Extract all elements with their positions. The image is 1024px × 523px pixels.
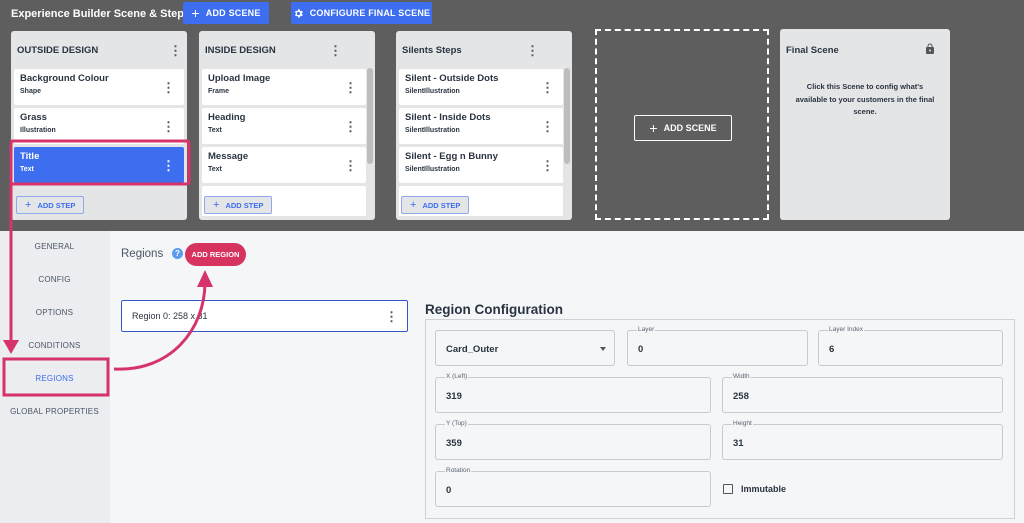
step-item[interactable]: Grass Illustration ⋮ (14, 108, 184, 144)
step-item[interactable]: Silent - Inside Dots SilentIllustration … (399, 108, 563, 144)
step-type: Text (208, 127, 222, 134)
region-list-item[interactable]: Region 0: 258 x 31 ⋮ (121, 300, 408, 332)
step-name: Title (20, 151, 40, 162)
nav-item-conditions[interactable]: CONDITIONS (0, 341, 109, 350)
add-scene-placeholder[interactable]: + ADD SCENE (595, 29, 769, 220)
more-vert-icon[interactable]: ⋮ (162, 120, 175, 133)
lock-icon (926, 43, 934, 54)
side-nav: GENERAL CONFIG OPTIONS CONDITIONS REGION… (0, 231, 109, 523)
step-list: Background Colour Shape ⋮ Grass Illustra… (14, 69, 184, 216)
scene-header: Silents Steps ⋮ (396, 31, 572, 69)
more-vert-icon[interactable]: ⋮ (169, 44, 182, 57)
plus-icon: + (213, 198, 220, 211)
x-left-field[interactable]: X (Left) 319 (435, 373, 711, 413)
add-scene-button[interactable]: + ADD SCENE (183, 2, 269, 24)
step-item[interactable]: Message Text ⋮ (202, 147, 366, 183)
step-type: Text (208, 166, 222, 173)
step-name: Background Colour (20, 73, 109, 84)
step-type: Frame (208, 88, 230, 95)
add-region-button[interactable]: ADD REGION (185, 243, 246, 266)
add-scene-placeholder-button[interactable]: + ADD SCENE (634, 115, 732, 141)
scene-card-silents-steps[interactable]: Silents Steps ⋮ Silent - Outside Dots Si… (396, 31, 572, 220)
plus-icon: + (191, 5, 200, 21)
more-vert-icon[interactable]: ⋮ (344, 159, 357, 172)
final-scene-description: Click this Scene to config what's availa… (795, 82, 935, 116)
step-name: Silent - Inside Dots (405, 112, 491, 123)
app-title: Experience Builder Scene & Steps (11, 8, 191, 20)
add-step-button[interactable]: + ADD STEP (16, 196, 85, 214)
y-top-field[interactable]: Y (Top) 359 (435, 420, 711, 460)
more-vert-icon[interactable]: ⋮ (385, 310, 398, 323)
plus-icon: + (410, 198, 417, 211)
more-vert-icon[interactable]: ⋮ (541, 120, 554, 133)
scene-header: OUTSIDE DESIGN ⋮ (11, 31, 187, 69)
step-name: Heading (208, 112, 246, 123)
help-icon[interactable]: ? (172, 248, 183, 259)
step-name: Message (208, 151, 249, 162)
nav-item-general[interactable]: GENERAL (0, 242, 109, 251)
region-label: Region 0: 258 x 31 (132, 311, 208, 321)
region-type-select[interactable]: Card_Outer (435, 330, 615, 366)
step-type: Shape (20, 88, 42, 95)
nav-item-options[interactable]: OPTIONS (0, 308, 109, 317)
more-vert-icon[interactable]: ⋮ (329, 44, 342, 57)
immutable-checkbox[interactable] (723, 484, 733, 494)
more-vert-icon[interactable]: ⋮ (541, 159, 554, 172)
step-type: SilentIllustration (405, 127, 460, 134)
step-list: Upload Image Frame ⋮ Heading Text ⋮ Mess… (202, 69, 372, 216)
plus-icon: + (25, 198, 32, 211)
layer-field[interactable]: Layer 0 (627, 326, 808, 366)
layer-index-field[interactable]: Layer Index 6 (818, 326, 1003, 366)
step-name: Silent - Egg n Bunny (405, 151, 498, 162)
scrollbar[interactable] (564, 68, 570, 164)
caret-down-icon (600, 347, 606, 351)
step-type: SilentIllustration (405, 88, 460, 95)
scene-card-outside-design[interactable]: OUTSIDE DESIGN ⋮ Background Colour Shape… (11, 31, 187, 220)
nav-item-regions[interactable]: REGIONS (0, 374, 109, 383)
scene-title: INSIDE DESIGN (205, 44, 276, 56)
more-vert-icon[interactable]: ⋮ (344, 81, 357, 94)
step-item[interactable]: Silent - Egg n Bunny SilentIllustration … (399, 147, 563, 183)
rotation-field[interactable]: Rotation 0 (435, 467, 711, 507)
height-field[interactable]: Height 31 (722, 420, 1003, 460)
nav-item-config[interactable]: CONFIG (0, 275, 109, 284)
step-type: SilentIllustration (405, 166, 460, 173)
add-step-button[interactable]: + ADD STEP (204, 196, 273, 214)
more-vert-icon[interactable]: ⋮ (541, 81, 554, 94)
step-item-selected[interactable]: Title Text ⋮ (14, 147, 184, 183)
step-name: Grass (20, 112, 47, 123)
scene-title: Silents Steps (402, 44, 462, 56)
scene-title: OUTSIDE DESIGN (17, 44, 99, 56)
regions-title: Regions (121, 248, 164, 260)
width-field[interactable]: Width 258 (722, 373, 1003, 413)
gear-icon (294, 8, 303, 18)
final-scene-card[interactable]: Final Scene Click this Scene to config w… (780, 29, 950, 220)
add-step-button[interactable]: + ADD STEP (401, 196, 470, 214)
more-vert-icon[interactable]: ⋮ (162, 81, 175, 94)
step-name: Upload Image (208, 73, 271, 84)
step-item[interactable]: Heading Text ⋮ (202, 108, 366, 144)
immutable-label: Immutable (741, 484, 787, 494)
region-config-title: Region Configuration (425, 302, 563, 317)
scene-card-inside-design[interactable]: INSIDE DESIGN ⋮ Upload Image Frame ⋮ Hea… (199, 31, 375, 220)
more-vert-icon[interactable]: ⋮ (526, 44, 539, 57)
step-item[interactable]: Upload Image Frame ⋮ (202, 69, 366, 105)
step-item[interactable]: Silent - Outside Dots SilentIllustration… (399, 69, 563, 105)
step-name: Silent - Outside Dots (405, 73, 499, 84)
configure-final-scene-button[interactable]: CONFIGURE FINAL SCENE (291, 2, 432, 24)
plus-icon: + (649, 120, 658, 136)
scene-header: INSIDE DESIGN ⋮ (199, 31, 375, 69)
final-scene-title: Final Scene (786, 45, 839, 56)
more-vert-icon[interactable]: ⋮ (344, 120, 357, 133)
scrollbar[interactable] (367, 68, 373, 164)
step-list: Silent - Outside Dots SilentIllustration… (399, 69, 569, 216)
scene-builder-area: Experience Builder Scene & Steps + ADD S… (0, 0, 1024, 231)
step-item[interactable]: Background Colour Shape ⋮ (14, 69, 184, 105)
step-type: Illustration (20, 127, 56, 134)
more-vert-icon[interactable]: ⋮ (162, 159, 175, 172)
nav-item-global-properties[interactable]: GLOBAL PROPERTIES (0, 407, 109, 416)
step-type: Text (20, 166, 34, 173)
